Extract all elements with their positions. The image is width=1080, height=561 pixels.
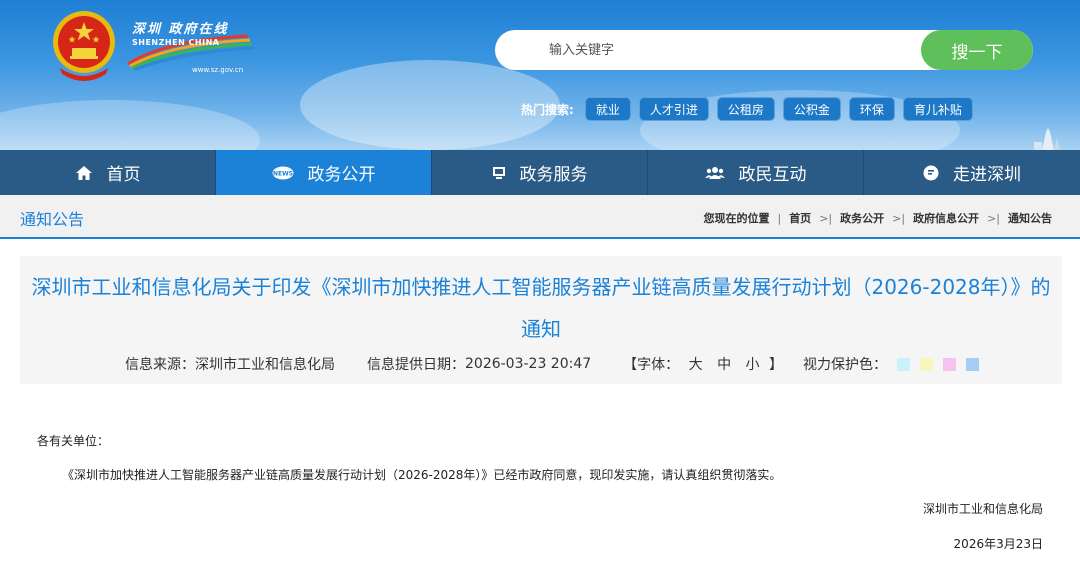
hot-tag-public-housing[interactable]: 公租房 bbox=[716, 97, 775, 121]
eye-color-cyan-swatch[interactable] bbox=[896, 357, 910, 371]
date-label: 信息提供日期： bbox=[367, 357, 465, 373]
hot-tag-housing-fund[interactable]: 公积金 bbox=[782, 97, 841, 121]
logo-english-text: SHENZHEN CHINA bbox=[132, 38, 220, 47]
hot-searches: 热门搜索: 就业 人才引进 公租房 公积金 环保 育儿补贴 bbox=[521, 96, 981, 122]
nav-item-home[interactable]: 首页 bbox=[0, 150, 216, 195]
logo-url-text: www.sz.gov.cn bbox=[192, 66, 244, 74]
nav-item-about-shenzhen[interactable]: 走进深圳 bbox=[864, 150, 1080, 195]
salutation: 各有关单位： bbox=[37, 434, 110, 448]
chat-icon bbox=[923, 165, 939, 181]
search-input[interactable] bbox=[495, 30, 915, 70]
hot-tag-talent[interactable]: 人才引进 bbox=[638, 97, 709, 121]
signature: 深圳市工业和信息化局 bbox=[922, 502, 1043, 516]
users-icon bbox=[704, 166, 725, 180]
breadcrumb-info-disclosure[interactable]: 政府信息公开 bbox=[913, 210, 979, 226]
eye-protection-label: 视力保护色： bbox=[802, 357, 887, 373]
nav-item-label: 走进深圳 bbox=[953, 165, 1021, 185]
font-size-medium[interactable]: 中 bbox=[717, 357, 731, 373]
source-label: 信息来源： bbox=[125, 357, 195, 373]
monitor-icon bbox=[492, 166, 506, 180]
eye-color-blue-swatch[interactable] bbox=[965, 357, 979, 371]
breadcrumb-divider: | bbox=[828, 211, 833, 225]
rainbow-ribbon-icon bbox=[127, 34, 255, 70]
breadcrumb-government-affairs[interactable]: 政务公开 bbox=[840, 210, 884, 226]
hot-tag-childcare-subsidy[interactable]: 育儿补贴 bbox=[902, 97, 973, 121]
svg-text:NEWS: NEWS bbox=[272, 170, 292, 177]
eye-color-pink-swatch[interactable] bbox=[942, 357, 956, 371]
source-value: 深圳市工业和信息化局 bbox=[195, 357, 335, 373]
font-size-small[interactable]: 小 bbox=[746, 357, 760, 373]
font-size-control: 【字体： 大 中 小 】 bbox=[623, 354, 783, 374]
article-title-line-2: 通知 bbox=[521, 317, 561, 341]
section-title: 通知公告 bbox=[20, 210, 85, 229]
nav-item-label: 政务服务 bbox=[519, 165, 588, 185]
nav-item-interaction[interactable]: 政民互动 bbox=[648, 150, 864, 195]
breadcrumb-bar: 通知公告 您现在的位置 | 首页 > | 政务公开 > | 政府信息公开 > |… bbox=[0, 195, 1080, 239]
site-header: 深圳 政府在线 SHENZHEN CHINA www.sz.gov.cn 搜一下… bbox=[0, 0, 1080, 150]
breadcrumb-divider: | bbox=[901, 211, 906, 225]
hot-search-label: 热门搜索: bbox=[521, 102, 574, 117]
font-size-end: 】 bbox=[768, 357, 783, 373]
breadcrumb-home[interactable]: 首页 bbox=[789, 210, 811, 226]
article-header: 深圳市工业和信息化局关于印发《深圳市加快推进人工智能服务器产业链高质量发展行动计… bbox=[20, 256, 1062, 384]
breadcrumb-divider: | bbox=[996, 211, 1000, 225]
nav-item-government-affairs[interactable]: NEWS 政务公开 bbox=[216, 150, 432, 195]
font-size-large[interactable]: 大 bbox=[689, 357, 703, 373]
breadcrumb-separator: > bbox=[819, 211, 829, 225]
date-value: 2026-03-23 20:47 bbox=[465, 356, 592, 372]
skyline-tower-icon bbox=[1034, 128, 1060, 150]
breadcrumb-divider: | bbox=[777, 211, 782, 225]
hot-tag-jobs[interactable]: 就业 bbox=[584, 97, 631, 121]
nav-item-services[interactable]: 政务服务 bbox=[432, 150, 648, 195]
article-title: 深圳市工业和信息化局关于印发《深圳市加快推进人工智能服务器产业链高质量发展行动计… bbox=[20, 266, 1062, 350]
home-icon bbox=[75, 165, 93, 181]
site-logo[interactable]: 深圳 政府在线 SHENZHEN CHINA www.sz.gov.cn bbox=[126, 18, 256, 78]
breadcrumb-prefix: 您现在的位置 bbox=[703, 212, 770, 225]
signed-date: 2026年3月23日 bbox=[953, 537, 1043, 551]
nav-item-label: 政务公开 bbox=[307, 165, 376, 185]
breadcrumb-separator: > bbox=[987, 211, 997, 225]
breadcrumb-notices[interactable]: 通知公告 bbox=[1008, 210, 1052, 226]
news-icon: NEWS bbox=[272, 166, 294, 180]
article-paragraph: 《深圳市加快推进人工智能服务器产业链高质量发展行动计划（2026-2028年）》… bbox=[62, 468, 782, 482]
cloud-decoration bbox=[0, 100, 260, 150]
breadcrumb: 您现在的位置 | 首页 > | 政务公开 > | 政府信息公开 > | 通知公告 bbox=[703, 210, 1052, 226]
breadcrumb-separator: > bbox=[892, 211, 902, 225]
article-title-line-1: 深圳市工业和信息化局关于印发《深圳市加快推进人工智能服务器产业链高质量发展行动计… bbox=[31, 275, 1051, 299]
article-meta: 信息来源： 深圳市工业和信息化局 信息提供日期： 2026-03-23 20:4… bbox=[125, 354, 979, 374]
national-emblem-icon bbox=[53, 11, 115, 81]
main-nav: 首页 NEWS 政务公开 政务服务 政民互动 走进深圳 bbox=[0, 150, 1080, 195]
font-size-label: 【字体： bbox=[623, 357, 680, 373]
search-box: 搜一下 bbox=[495, 30, 1033, 70]
search-button[interactable]: 搜一下 bbox=[921, 30, 1033, 70]
nav-item-label: 首页 bbox=[106, 165, 141, 185]
hot-tag-environment[interactable]: 环保 bbox=[848, 97, 895, 121]
nav-item-label: 政民互动 bbox=[738, 165, 807, 185]
eye-color-yellow-swatch[interactable] bbox=[919, 357, 933, 371]
